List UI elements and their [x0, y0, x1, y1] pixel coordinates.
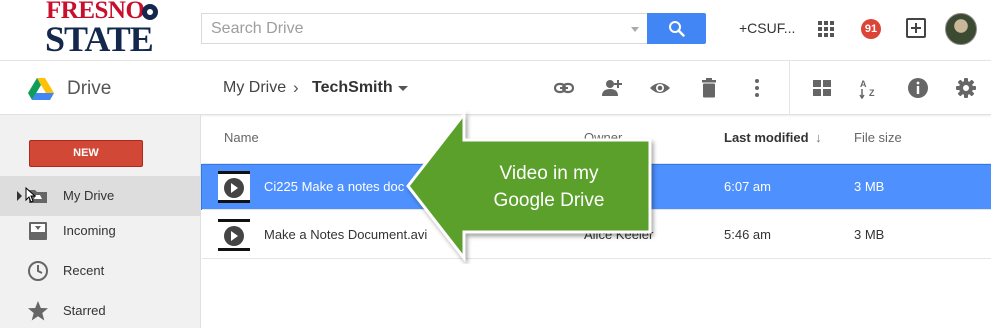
- logo-line-2: STATE: [45, 19, 154, 59]
- video-file-icon: [218, 219, 250, 251]
- incoming-tray-icon: [29, 222, 47, 240]
- avatar[interactable]: [945, 13, 977, 45]
- new-button[interactable]: NEW: [29, 140, 143, 167]
- grid-view-icon[interactable]: [811, 77, 833, 99]
- sidebar-item-incoming[interactable]: Incoming: [0, 211, 201, 251]
- more-vert-icon[interactable]: [746, 77, 768, 99]
- drive-toolbar: Drive My Drive › TechSmith A Z: [0, 60, 991, 115]
- settings-icon[interactable]: [955, 77, 977, 99]
- sidebar-item-label: Starred: [63, 303, 106, 318]
- google-drive-logo-icon[interactable]: [28, 78, 54, 100]
- link-icon[interactable]: [553, 77, 575, 99]
- sort-arrow-icon: ↓: [815, 130, 822, 145]
- search-box: [201, 13, 647, 44]
- toolbar-divider: [789, 61, 790, 115]
- fresno-state-logo[interactable]: FRESNO STATE: [44, 0, 164, 58]
- annotation-text: Video in my Google Drive: [466, 160, 632, 214]
- sort-az-icon[interactable]: A Z: [859, 77, 881, 99]
- share-add-icon[interactable]: [906, 18, 926, 38]
- star-icon: [28, 301, 48, 321]
- paw-icon: [142, 4, 158, 20]
- clock-icon: [28, 261, 48, 281]
- folder-menu-caret-icon[interactable]: [398, 86, 408, 91]
- file-name: Make a Notes Document.avi: [264, 227, 428, 242]
- column-header-name[interactable]: Name: [224, 130, 259, 145]
- annotation-line-2: Google Drive: [493, 190, 605, 211]
- info-icon[interactable]: [907, 77, 929, 99]
- add-person-icon[interactable]: [601, 77, 623, 99]
- sidebar: NEW My Drive Incoming Recent Starred: [0, 115, 201, 328]
- file-name: Ci225 Make a notes doc: [264, 179, 405, 194]
- trash-icon[interactable]: [698, 77, 720, 99]
- sidebar-item-my-drive[interactable]: My Drive: [0, 176, 201, 216]
- search-icon: [669, 21, 685, 37]
- sidebar-item-label: Recent: [63, 263, 105, 278]
- file-size: 3 MB: [854, 179, 885, 194]
- search-button[interactable]: [647, 13, 706, 44]
- search-options-caret-icon[interactable]: [631, 27, 639, 32]
- drive-title[interactable]: Drive: [67, 78, 111, 100]
- breadcrumb-current-folder[interactable]: TechSmith: [312, 79, 393, 97]
- file-modified: 5:46 am: [724, 227, 771, 242]
- file-modified: 6:07 am: [724, 179, 771, 194]
- svg-text:Z: Z: [869, 88, 875, 98]
- search-input[interactable]: [202, 14, 622, 43]
- user-name-link[interactable]: +CSUF...: [739, 20, 795, 36]
- apps-grid-icon[interactable]: [818, 21, 834, 37]
- svg-text:A: A: [860, 79, 867, 89]
- sidebar-item-label: Incoming: [63, 223, 116, 238]
- file-size: 3 MB: [854, 227, 885, 242]
- column-header-label: Last modified: [724, 130, 809, 145]
- column-header-file-size[interactable]: File size: [854, 130, 902, 145]
- annotation-line-1: Video in my: [499, 163, 599, 184]
- eye-icon[interactable]: [649, 77, 671, 99]
- column-header-last-modified[interactable]: Last modified ↓: [724, 130, 822, 145]
- top-bar: FRESNO STATE +CSUF... 91: [0, 0, 991, 60]
- sidebar-item-label: My Drive: [63, 188, 115, 203]
- mouse-cursor-icon: [25, 187, 37, 203]
- video-file-icon: [218, 171, 250, 203]
- notification-badge[interactable]: 91: [861, 19, 881, 39]
- sidebar-item-starred[interactable]: Starred: [0, 291, 201, 331]
- breadcrumb-separator: ›: [293, 78, 299, 97]
- breadcrumb-my-drive[interactable]: My Drive: [223, 79, 286, 97]
- expand-arrow-icon[interactable]: [17, 191, 22, 201]
- sidebar-item-recent[interactable]: Recent: [0, 251, 201, 291]
